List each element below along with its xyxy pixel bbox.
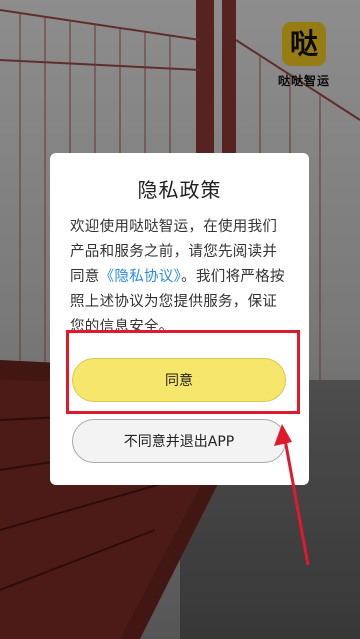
annotation-highlight-box xyxy=(66,330,300,414)
disagree-button-label: 不同意并退出APP xyxy=(123,434,235,450)
annotation-arrow-icon xyxy=(274,424,310,566)
disagree-exit-button[interactable]: 不同意并退出APP xyxy=(72,419,286,463)
dialog-body-text: 欢迎使用哒哒智运，在使用我们产品和服务之前，请您先阅读并同意《隐私协议》。我们将… xyxy=(70,215,289,337)
app-screen: 哒 哒哒智运 隐私政策 欢迎使用哒哒智运，在使用我们产品和服务之前，请您先阅读并… xyxy=(0,0,360,639)
dialog-title: 隐私政策 xyxy=(137,178,222,202)
privacy-agreement-link[interactable]: 《隐私协议》 xyxy=(100,269,182,285)
